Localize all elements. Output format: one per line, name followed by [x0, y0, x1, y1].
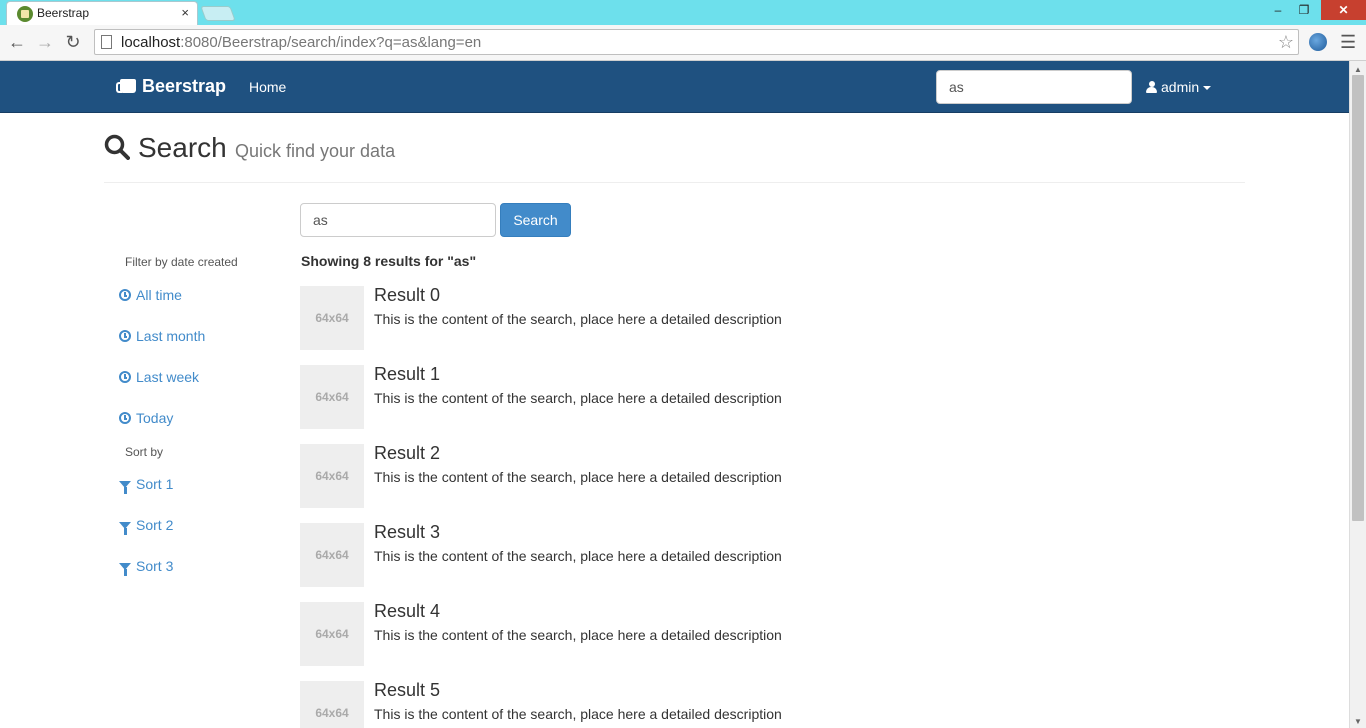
sort-heading: Sort by — [125, 445, 164, 459]
bookmark-star-icon[interactable]: ☆ — [1278, 32, 1294, 53]
caret-down-icon — [1203, 86, 1212, 90]
clock-icon — [119, 412, 131, 424]
result-description: This is the content of the search, place… — [374, 627, 782, 643]
top-navbar: Beerstrap Home admin — [0, 61, 1349, 113]
browser-toolbar: ← → ↻ localhost:8080/Beerstrap/search/in… — [0, 25, 1366, 61]
result-title[interactable]: Result 4 — [374, 601, 440, 622]
clock-icon — [119, 289, 131, 301]
result-description: This is the content of the search, place… — [374, 311, 782, 327]
search-icon — [104, 134, 130, 160]
browser-tab[interactable]: Beerstrap × — [6, 1, 198, 25]
navbar-search-input[interactable] — [936, 70, 1132, 104]
globe-extension-icon[interactable] — [1309, 33, 1327, 51]
page-header: Search Quick find your data — [104, 131, 1245, 183]
sort-3-link[interactable]: Sort 3 — [119, 558, 173, 576]
user-icon — [1146, 81, 1157, 93]
page-subtitle: Quick find your data — [235, 141, 396, 161]
filter-icon — [119, 481, 131, 494]
result-description: This is the content of the search, place… — [374, 390, 782, 406]
result-thumbnail: 64x64 — [300, 681, 364, 728]
result-description: This is the content of the search, place… — [374, 469, 782, 485]
result-thumbnail: 64x64 — [300, 523, 364, 587]
result-item[interactable]: 64x64 Result 3 This is the content of th… — [300, 522, 1000, 587]
browser-menu-icon[interactable]: ☰ — [1340, 32, 1356, 53]
result-description: This is the content of the search, place… — [374, 548, 782, 564]
new-tab-button[interactable] — [200, 6, 236, 21]
filter-last-week[interactable]: Last week — [119, 369, 199, 385]
beer-favicon-icon — [17, 6, 33, 22]
page-icon — [101, 35, 112, 49]
filter-today[interactable]: Today — [119, 410, 173, 426]
window-minimize-button[interactable]: – — [1266, 0, 1290, 20]
result-thumbnail: 64x64 — [300, 365, 364, 429]
result-item[interactable]: 64x64 Result 1 This is the content of th… — [300, 364, 1000, 429]
nav-home-link[interactable]: Home — [249, 79, 286, 95]
clock-icon — [119, 330, 131, 342]
browser-tab-strip: Beerstrap × – ❐ ✕ — [0, 0, 1366, 25]
result-thumbnail: 64x64 — [300, 286, 364, 350]
tab-title: Beerstrap — [37, 6, 90, 20]
scrollbar-thumb[interactable] — [1352, 75, 1364, 521]
result-item[interactable]: 64x64 Result 2 This is the content of th… — [300, 443, 1000, 508]
result-title[interactable]: Result 3 — [374, 522, 440, 543]
result-description: This is the content of the search, place… — [374, 706, 782, 722]
scroll-down-arrow-icon[interactable]: ▼ — [1354, 717, 1362, 726]
window-maximize-button[interactable]: ❐ — [1292, 0, 1316, 20]
clock-icon — [119, 371, 131, 383]
result-title[interactable]: Result 2 — [374, 443, 440, 464]
url-text[interactable]: localhost:8080/Beerstrap/search/index?q=… — [121, 34, 481, 51]
back-arrow-icon[interactable]: ← — [6, 31, 28, 53]
sort-2-link[interactable]: Sort 2 — [119, 517, 173, 535]
page-viewport: Beerstrap Home admin Search Quick find y… — [0, 61, 1349, 728]
result-title[interactable]: Result 1 — [374, 364, 440, 385]
tab-close-icon[interactable]: × — [181, 5, 189, 20]
result-item[interactable]: 64x64 Result 5 This is the content of th… — [300, 680, 1000, 728]
brand-link[interactable]: Beerstrap — [116, 76, 226, 97]
result-item[interactable]: 64x64 Result 4 This is the content of th… — [300, 601, 1000, 666]
window-close-button[interactable]: ✕ — [1321, 0, 1366, 20]
result-thumbnail: 64x64 — [300, 444, 364, 508]
page-title: Search — [138, 132, 227, 163]
beer-mug-icon — [116, 79, 136, 93]
results-summary: Showing 8 results for "as" — [301, 253, 477, 269]
page-scrollbar[interactable]: ▲ ▼ — [1349, 61, 1366, 728]
forward-arrow-icon[interactable]: → — [34, 31, 56, 53]
user-dropdown[interactable]: admin — [1146, 79, 1212, 95]
filter-last-month[interactable]: Last month — [119, 328, 205, 344]
reload-icon[interactable]: ↻ — [62, 31, 84, 53]
filter-icon — [119, 522, 131, 535]
sort-1-link[interactable]: Sort 1 — [119, 476, 173, 494]
scroll-up-arrow-icon[interactable]: ▲ — [1354, 65, 1362, 74]
filter-icon — [119, 563, 131, 576]
search-button[interactable]: Search — [500, 203, 571, 237]
result-item[interactable]: 64x64 Result 0 This is the content of th… — [300, 285, 1000, 350]
filter-all-time[interactable]: All time — [119, 287, 182, 303]
result-thumbnail: 64x64 — [300, 602, 364, 666]
address-bar[interactable]: localhost:8080/Beerstrap/search/index?q=… — [94, 29, 1299, 55]
search-input[interactable] — [300, 203, 496, 237]
result-title[interactable]: Result 5 — [374, 680, 440, 701]
result-title[interactable]: Result 0 — [374, 285, 440, 306]
user-name: admin — [1161, 79, 1200, 95]
date-filter-heading: Filter by date created — [125, 255, 238, 269]
